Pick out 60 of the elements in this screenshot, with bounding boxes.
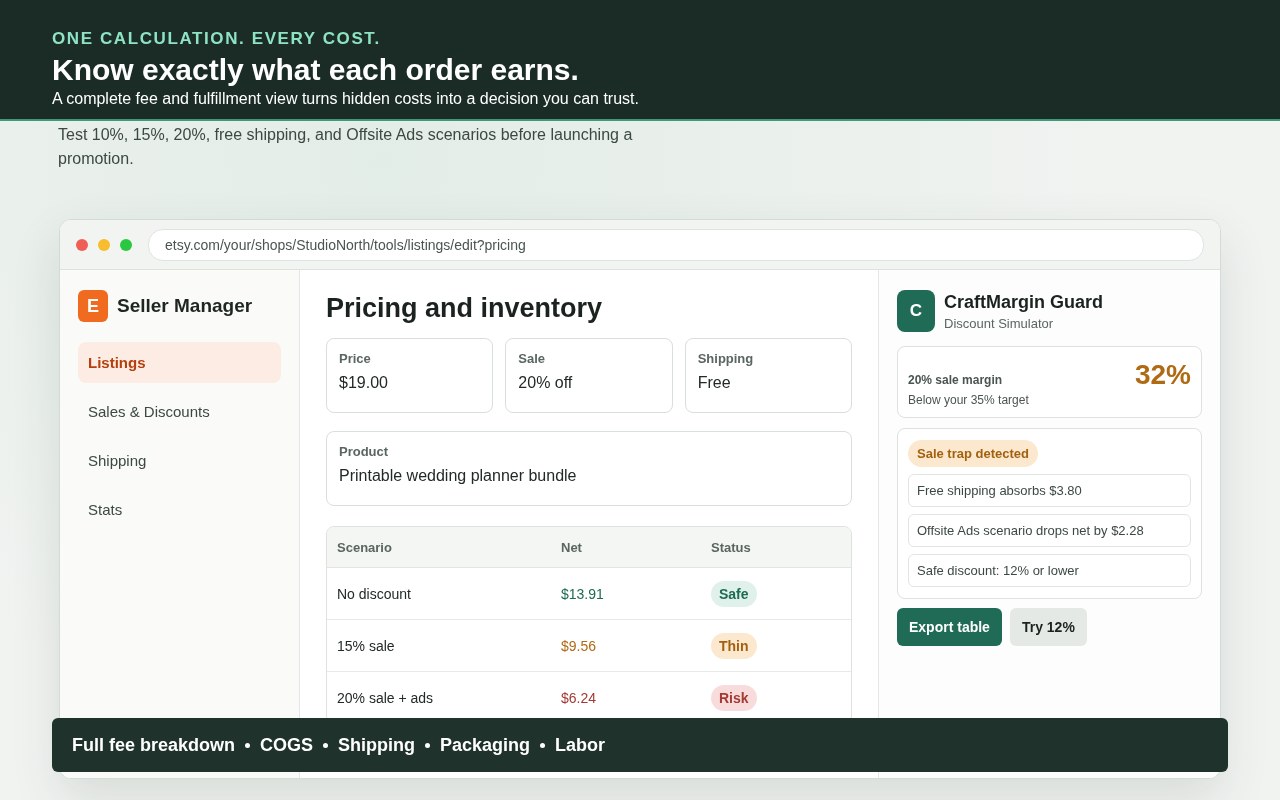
app-logo: E (78, 290, 108, 322)
minimize-icon[interactable] (98, 238, 110, 251)
sidebar-item[interactable]: Shipping (78, 440, 281, 481)
input-field[interactable]: Shipping Free (684, 338, 852, 413)
separator-dot (540, 742, 546, 748)
app-title: Seller Manager (117, 295, 253, 317)
page-title: Pricing and inventory (326, 292, 604, 325)
feature-text: Packaging (440, 734, 531, 756)
field-value: $19.00 (339, 374, 389, 392)
field-value: 20% off (518, 374, 574, 392)
field-value: Printable wedding planner bundle (339, 467, 578, 485)
maximize-icon[interactable] (120, 238, 132, 251)
eyebrow-text: ONE CALCULATION. EVERY COST. (52, 29, 382, 49)
table-cell-text: No discount (336, 585, 412, 602)
table-cell-text: $9.56 (560, 637, 598, 654)
intro-text: Test 10%, 15%, 20%, free shipping, and Offsite Ads scenarios before launching a promotion. (58, 125, 634, 169)
alert-item: Offsite Ads scenario drops net by $2.28 (908, 514, 1191, 547)
hero-subtitle: A complete fee and fulfillment view turns hidden costs into a decision you can trust. (52, 89, 640, 109)
separator-dot (425, 742, 431, 748)
status-badge: Safe (711, 580, 757, 607)
table-cell-text: 20% sale + ads (336, 689, 435, 706)
margin-note: Below your 35% target (908, 393, 1029, 407)
alert-item: Safe discount: 12% or lower (908, 554, 1191, 587)
hero-title: Know exactly what each order earns. (52, 53, 580, 87)
input-field[interactable]: Price $19.00 (326, 338, 494, 413)
field-label: Shipping (697, 351, 755, 366)
sidebar-item[interactable]: Stats (78, 489, 281, 530)
extension-title: CraftMargin Guard (944, 291, 1103, 313)
separator-dot (323, 742, 329, 748)
column-header: Net (560, 539, 583, 555)
column-header: Status (710, 539, 752, 555)
export-button[interactable]: Export table (897, 608, 1002, 646)
status-badge: Thin (711, 632, 757, 659)
field-label: Product (339, 444, 390, 459)
margin-value: 32% (1134, 359, 1191, 392)
table-cell-text: $6.24 (560, 689, 598, 706)
address-bar[interactable]: etsy.com/your/shops/StudioNorth/tools/listings/edit?pricing (148, 228, 1204, 261)
extension-subtitle: Discount Simulator (944, 315, 1055, 331)
extension-logo: C (897, 290, 935, 332)
table-cell-text: 15% sale (336, 637, 396, 654)
input-field[interactable]: Sale 20% off (505, 338, 673, 413)
margin-label: 20% sale margin (908, 373, 1004, 387)
feature-text: Labor (555, 734, 606, 756)
field-label: Sale (518, 351, 547, 366)
feature-text: Shipping (338, 734, 416, 756)
input-field[interactable]: Product Printable wedding planner bundle (326, 431, 852, 506)
try-button[interactable]: Try 12% (1009, 608, 1087, 646)
close-icon[interactable] (76, 238, 88, 251)
sidebar-item[interactable]: Sales & Discounts (78, 391, 281, 432)
table-cell-text: $13.91 (560, 585, 605, 602)
alert-item: Free shipping absorbs $3.80 (908, 474, 1191, 507)
status-badge: Risk (711, 684, 757, 711)
separator-dot (245, 742, 251, 748)
feature-text: COGS (260, 734, 314, 756)
sidebar-item[interactable]: Listings (78, 342, 281, 383)
field-label: Price (339, 351, 372, 366)
column-header: Scenario (336, 539, 393, 555)
field-value: Free (697, 374, 732, 392)
feature-text: Full fee breakdown (72, 734, 236, 756)
warning-badge: Sale trap detected (908, 440, 1038, 467)
